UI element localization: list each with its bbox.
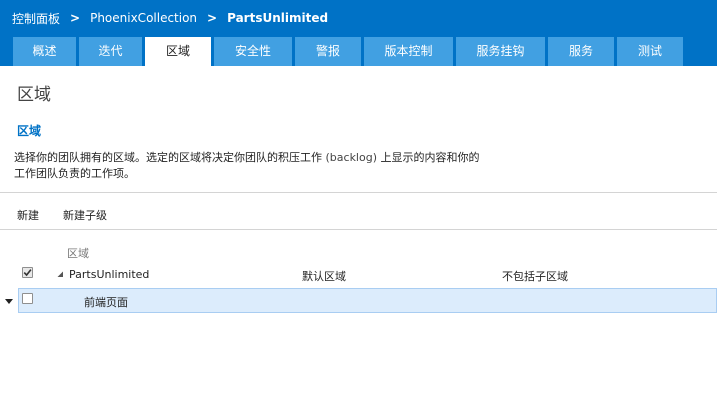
tab-service-hooks[interactable]: 服务挂钩 [456,37,545,66]
table-row-frontend-pages[interactable]: 前端页面 [0,288,717,314]
divider [0,192,717,193]
collapse-triangle-icon[interactable] [57,271,64,278]
breadcrumb-collection[interactable]: PhoenixCollection [90,11,197,25]
areas-description: 选择你的团队拥有的区域。选定的区域将决定你团队的积压工作 (backlog) 上… [14,150,484,182]
tab-security[interactable]: 安全性 [214,37,292,66]
tab-test[interactable]: 测试 [617,37,683,66]
tab-alerts[interactable]: 警报 [295,37,361,66]
area-name: 前端页面 [84,296,128,309]
tab-overview[interactable]: 概述 [13,37,76,66]
new-child-area-button[interactable]: 新建子级 [63,207,107,223]
new-area-button[interactable]: 新建 [17,207,39,223]
tab-iterations[interactable]: 迭代 [79,37,142,66]
breadcrumb-project[interactable]: PartsUnlimited [227,11,328,25]
toolbar: 新建 新建子级 [17,207,131,223]
checkmark-icon [23,269,32,277]
area-name: PartsUnlimited [69,268,150,281]
breadcrumb-control-panel[interactable]: 控制面板 [12,10,60,27]
default-area-label: 默认区域 [302,270,346,283]
column-header-area: 区域 [67,247,89,260]
description-text: 选择你的团队拥有的区域。选定的区域将决定你团队的积压工作 [14,151,326,164]
breadcrumb-separator: > [207,11,218,25]
area-checkbox[interactable] [22,267,33,278]
table-row-parts-unlimited[interactable]: PartsUnlimited 默认区域 不包括子区域 [0,262,717,288]
area-checkbox[interactable] [22,293,33,304]
top-navigation-bar: 控制面板 > PhoenixCollection > PartsUnlimite… [0,0,717,66]
page-title: 区域 [17,85,51,105]
breadcrumb: 控制面板 > PhoenixCollection > PartsUnlimite… [12,9,328,27]
breadcrumb-separator: > [70,11,81,25]
current-row-indicator-icon [5,299,13,304]
tab-areas[interactable]: 区域 [145,37,211,66]
admin-tabs: 概述 迭代 区域 安全性 警报 版本控制 服务挂钩 服务 测试 [13,37,686,66]
description-keyword: (backlog) [325,151,378,164]
tab-version-control[interactable]: 版本控制 [364,37,453,66]
tab-services[interactable]: 服务 [548,37,614,66]
section-title: 区域 [17,124,42,138]
include-subareas-label[interactable]: 不包括子区域 [502,268,568,284]
divider [0,229,717,230]
